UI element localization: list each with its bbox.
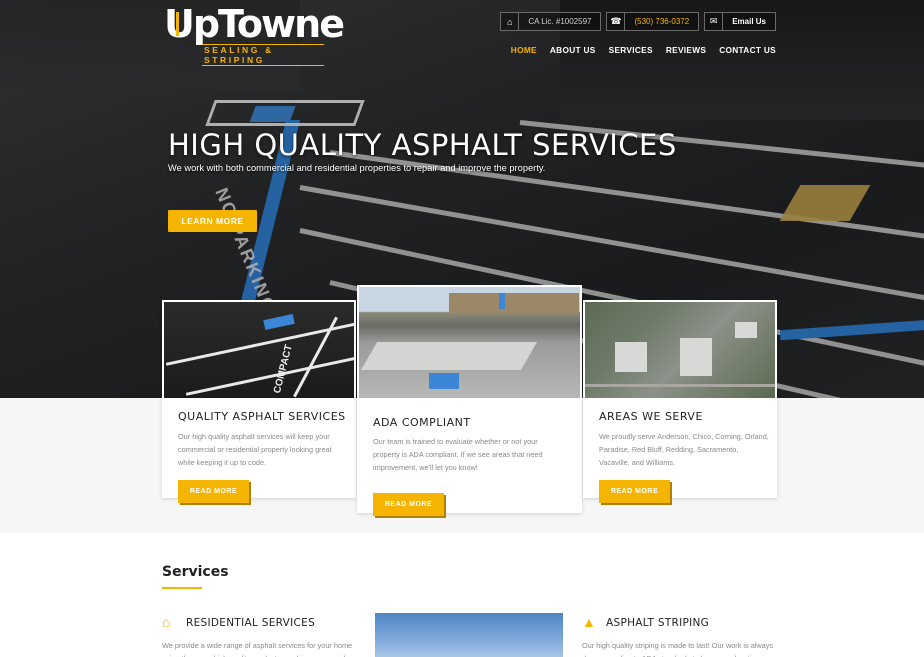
- service-title: RESIDENTIAL SERVICES: [186, 617, 316, 629]
- card-title: AREAS WE SERVE: [599, 410, 703, 423]
- service-photo: [375, 613, 563, 657]
- ada-lot-photo: [359, 287, 580, 398]
- card-title: ADA COMPLIANT: [373, 416, 471, 429]
- service-title: ASPHALT STRIPING: [606, 617, 710, 629]
- asphalt-photo: COMPACT: [164, 302, 354, 398]
- license-text: CA Lic. #1002597: [528, 17, 592, 26]
- phone-pill[interactable]: ☎ (530) 736-0372: [606, 12, 700, 31]
- service-text: We provide a wide range of asphalt servi…: [162, 641, 353, 657]
- read-more-button[interactable]: READ MORE: [178, 480, 249, 503]
- read-more-button[interactable]: READ MORE: [599, 480, 670, 503]
- card-ada-compliant: ADA COMPLIANT Our team is trained to eva…: [357, 285, 582, 516]
- phone-link[interactable]: (530) 736-0372: [625, 17, 698, 26]
- nav-home[interactable]: HOME: [511, 45, 537, 55]
- logo-road-dash: [176, 12, 179, 36]
- service-text: Our high quality striping is made to las…: [582, 641, 774, 657]
- email-link[interactable]: Email Us: [723, 17, 775, 26]
- logo-wordmark: UpTowne: [164, 2, 345, 46]
- card-quality-asphalt: COMPACT QUALITY ASPHALT SERVICES Our hig…: [162, 300, 356, 503]
- email-pill[interactable]: ✉ Email Us: [704, 12, 776, 31]
- aerial-photo: [585, 302, 775, 398]
- main-nav: HOME ABOUT US SERVICES REVIEWS CONTACT U…: [511, 45, 776, 55]
- nav-about-us[interactable]: ABOUT US: [550, 45, 596, 55]
- card-areas-we-serve: AREAS WE SERVE We proudly serve Anderson…: [583, 300, 777, 503]
- card-text: We proudly serve Anderson, Chico, Cornin…: [599, 432, 769, 467]
- read-more-button[interactable]: READ MORE: [373, 493, 444, 516]
- card-text: Our high quality asphalt services will k…: [178, 432, 332, 467]
- services-heading: Services: [162, 564, 229, 580]
- envelope-icon: ✉: [705, 13, 724, 30]
- nav-reviews[interactable]: REVIEWS: [666, 45, 706, 55]
- site-logo[interactable]: UpTowne SEALING & STRIPING: [164, 2, 345, 66]
- hero-title: HIGH QUALITY ASPHALT SERVICES: [168, 128, 677, 162]
- heading-underline: [162, 587, 202, 589]
- license-pill: ⌂ CA Lic. #1002597: [500, 12, 602, 31]
- nav-services[interactable]: SERVICES: [609, 45, 653, 55]
- logo-tagline: SEALING & STRIPING: [202, 44, 324, 66]
- phone-icon: ☎: [607, 13, 626, 30]
- home-icon: ⌂: [501, 13, 520, 30]
- house-icon: ⌂: [162, 614, 171, 630]
- card-text: Our team is trained to evaluate whether …: [373, 437, 543, 472]
- card-title: QUALITY ASPHALT SERVICES: [178, 410, 346, 423]
- compact-paint: COMPACT: [272, 343, 295, 395]
- nav-contact-us[interactable]: CONTACT US: [719, 45, 776, 55]
- road-icon: ▲: [582, 614, 596, 630]
- learn-more-button[interactable]: LEARN MORE: [168, 210, 257, 232]
- hero-subtitle: We work with both commercial and residen…: [168, 163, 546, 173]
- contact-topbar: ⌂ CA Lic. #1002597 ☎ (530) 736-0372 ✉ Em…: [500, 12, 776, 31]
